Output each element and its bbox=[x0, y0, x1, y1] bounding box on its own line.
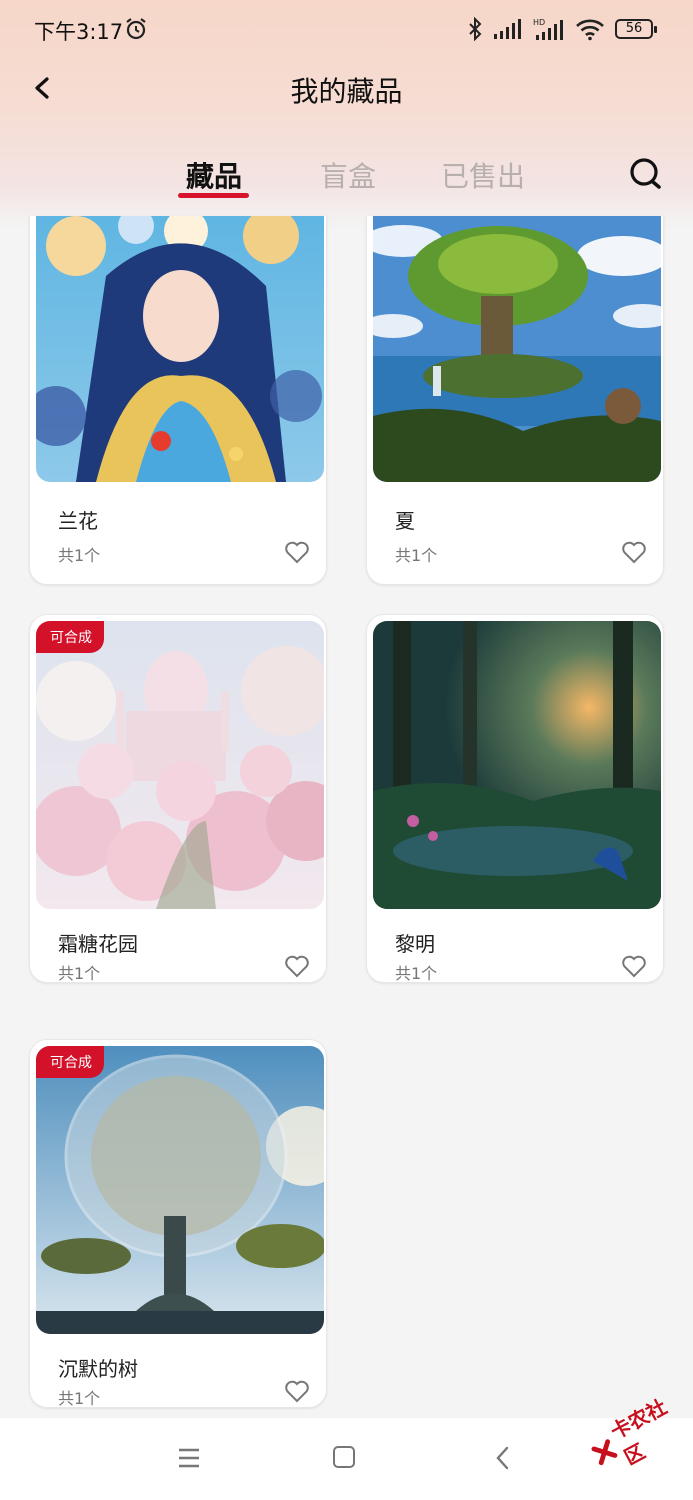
item-count: 共1个 bbox=[395, 546, 438, 565]
item-name: 兰花 bbox=[58, 509, 98, 533]
item-name: 黎明 bbox=[395, 932, 435, 956]
home-icon[interactable] bbox=[333, 1446, 355, 1468]
bluetooth-icon bbox=[469, 17, 482, 41]
tab-active-indicator bbox=[178, 193, 249, 198]
item-name: 霜糖花园 bbox=[58, 932, 138, 956]
menu-icon[interactable] bbox=[176, 1446, 202, 1470]
collection-card[interactable]: 可合成 沉默的树 共1个 bbox=[29, 1039, 327, 1408]
artwork-image bbox=[373, 216, 661, 482]
tab-collections[interactable]: 藏品 bbox=[186, 155, 242, 195]
alarm-icon bbox=[126, 18, 146, 40]
signal-icon bbox=[494, 19, 521, 39]
item-count: 共1个 bbox=[58, 546, 101, 565]
item-name: 沉默的树 bbox=[58, 1357, 138, 1381]
item-name: 夏 bbox=[395, 509, 415, 533]
search-icon[interactable] bbox=[628, 156, 664, 192]
item-count: 共1个 bbox=[58, 1389, 101, 1408]
heart-icon[interactable] bbox=[621, 539, 647, 565]
artwork-image bbox=[36, 621, 324, 909]
item-count: 共1个 bbox=[58, 964, 101, 983]
collection-card[interactable]: 兰花 共1个 bbox=[29, 216, 327, 585]
tab-sold[interactable]: 已售出 bbox=[441, 155, 525, 195]
nav-back-icon[interactable] bbox=[493, 1445, 513, 1471]
collection-card[interactable]: 可合成 霜糖花园 共1个 bbox=[29, 614, 327, 983]
status-bar: 下午3:17 HD 56 bbox=[0, 0, 693, 60]
heart-icon[interactable] bbox=[284, 953, 310, 979]
tab-blind-box[interactable]: 盲盒 bbox=[320, 155, 376, 195]
item-count: 共1个 bbox=[395, 964, 438, 983]
heart-icon[interactable] bbox=[621, 953, 647, 979]
svg-text:HD: HD bbox=[533, 18, 545, 27]
heart-icon[interactable] bbox=[284, 1378, 310, 1404]
status-time: 下午3:17 bbox=[34, 20, 124, 44]
collection-card[interactable]: 黎明 共1个 bbox=[366, 614, 664, 983]
artwork-image bbox=[36, 1046, 324, 1334]
heart-icon[interactable] bbox=[284, 539, 310, 565]
synthesizable-badge: 可合成 bbox=[36, 1046, 104, 1078]
collection-card[interactable]: 夏 共1个 bbox=[366, 216, 664, 585]
synthesizable-badge: 可合成 bbox=[36, 621, 104, 653]
page-title: 我的藏品 bbox=[290, 75, 403, 108]
signal-hd-icon: HD bbox=[533, 18, 563, 40]
wifi-icon bbox=[576, 19, 604, 41]
battery-icon: 56 bbox=[615, 19, 657, 39]
artwork-image bbox=[373, 621, 661, 909]
artwork-image bbox=[36, 216, 324, 482]
status-icons: HD 56 bbox=[467, 14, 657, 44]
